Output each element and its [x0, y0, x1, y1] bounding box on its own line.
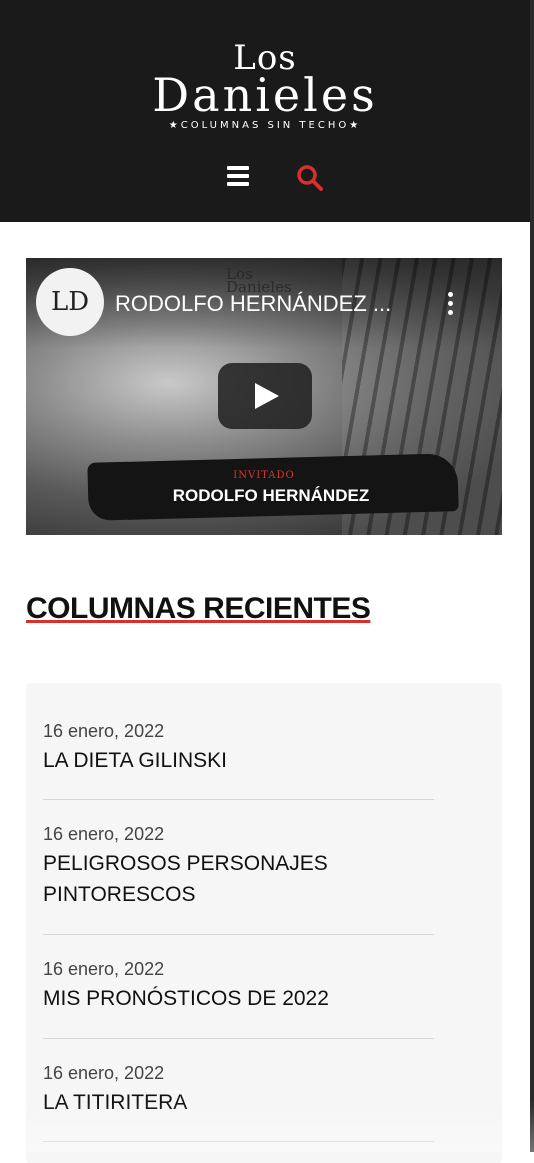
column-title-link[interactable]: MIS PRONÓSTICOS DE 2022	[43, 983, 434, 1014]
list-divider	[43, 799, 434, 800]
column-title-link[interactable]: LA TITIRITERA	[43, 1087, 434, 1118]
section-title-recent-columns: COLUMNAS RECIENTES	[26, 592, 371, 625]
logo-tagline: ★COLUMNAS SIN TECHO★	[168, 120, 362, 131]
list-item-column[interactable]: 16 enero, 2022 MIS PRONÓSTICOS DE 2022	[43, 958, 434, 1014]
list-item-column[interactable]: 16 enero, 2022 PELIGROSOS PERSONAJES PIN…	[43, 823, 434, 910]
column-date: 16 enero, 2022	[43, 1063, 165, 1083]
more-vertical-icon[interactable]	[440, 290, 460, 318]
embedded-video-player[interactable]: Los Danieles LD RODOLFO HERNÁNDEZ ... IN…	[26, 258, 502, 535]
search-icon[interactable]	[296, 164, 324, 192]
column-title-link[interactable]: LA DIETA GILINSKI	[43, 745, 434, 776]
list-divider	[43, 1038, 434, 1039]
header-nav	[0, 162, 530, 194]
list-item-column[interactable]: 16 enero, 2022 LA TITIRITERA	[43, 1062, 434, 1118]
column-date: 16 enero, 2022	[43, 721, 165, 741]
column-title-link[interactable]: PELIGROSOS PERSONAJES PINTORESCOS	[43, 848, 434, 910]
video-title[interactable]: RODOLFO HERNÁNDEZ ...	[115, 291, 415, 317]
site-header: Los Danieles ★COLUMNAS SIN TECHO★	[0, 0, 530, 222]
page-scrollbar[interactable]	[530, 0, 534, 1152]
site-logo[interactable]: Los Danieles ★COLUMNAS SIN TECHO★	[0, 40, 530, 131]
play-icon[interactable]	[218, 363, 312, 429]
guest-name: RODOLFO HERNÁNDEZ	[172, 486, 370, 505]
column-date: 16 enero, 2022	[43, 959, 165, 979]
logo-line-danieles: Danieles	[152, 68, 378, 122]
list-divider	[43, 1141, 434, 1142]
guest-label: INVITADO	[233, 470, 295, 481]
list-divider	[43, 934, 434, 935]
column-date: 16 enero, 2022	[43, 824, 165, 844]
channel-avatar[interactable]: LD	[36, 268, 104, 336]
list-item-column[interactable]: 16 enero, 2022 LA DIETA GILINSKI	[43, 720, 434, 776]
hamburger-menu-icon[interactable]	[227, 166, 249, 186]
